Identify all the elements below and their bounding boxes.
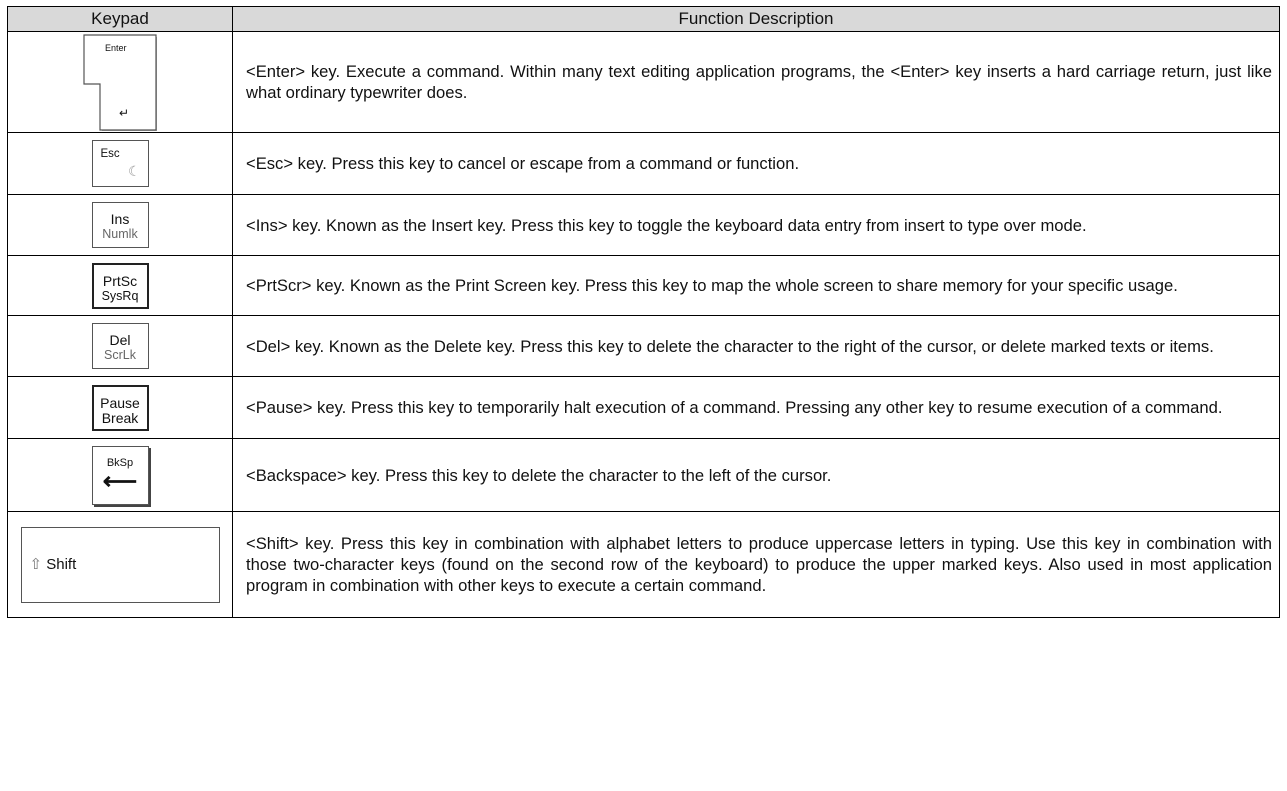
- table-row: PrtSc SysRq <PrtScr> key. Known as the P…: [7, 255, 1280, 316]
- keypad-cell: BkSp ⟵: [7, 438, 233, 512]
- enter-key: Enter ↵: [83, 33, 157, 131]
- description-cell: <Ins> key. Known as the Insert key. Pres…: [232, 194, 1280, 256]
- del-key-sublabel: ScrLk: [104, 348, 136, 362]
- keypad-cell: ⇧ Shift: [7, 511, 233, 618]
- description-cell: <Enter> key. Execute a command. Within m…: [232, 31, 1280, 133]
- prtsc-key-label: PrtSc: [102, 272, 138, 289]
- description-cell: <Shift> key. Press this key in combinati…: [232, 511, 1280, 618]
- description-cell: <Backspace> key. Press this key to delet…: [232, 438, 1280, 512]
- keypad-cell: Esc ☾: [7, 132, 233, 195]
- pause-key-label: Pause: [100, 394, 140, 411]
- table-row: Enter ↵ <Enter> key. Execute a command. …: [7, 31, 1280, 133]
- keypad-cell: Del ScrLk: [7, 315, 233, 377]
- sleep-moon-icon: ☾: [127, 163, 141, 179]
- keypad-cell: Ins Numlk: [7, 194, 233, 256]
- left-arrow-icon: ⟵: [102, 467, 138, 495]
- description-cell: <Esc> key. Press this key to cancel or e…: [232, 132, 1280, 195]
- description-cell: <Del> key. Known as the Delete key. Pres…: [232, 315, 1280, 377]
- del-key: Del ScrLk: [91, 323, 149, 369]
- backspace-key: BkSp ⟵: [91, 445, 149, 505]
- table-header-row: Keypad Function Description: [7, 6, 1280, 32]
- ins-key-sublabel: Numlk: [102, 227, 138, 241]
- del-key-label: Del: [109, 332, 131, 348]
- header-keypad: Keypad: [7, 6, 233, 32]
- keypad-function-table: Keypad Function Description Enter ↵ <Ent…: [7, 6, 1280, 618]
- pause-key: Pause Break: [91, 384, 149, 431]
- ins-key-label: Ins: [110, 211, 130, 227]
- header-function-description: Function Description: [232, 6, 1280, 32]
- keypad-cell: Pause Break: [7, 376, 233, 439]
- table-row: Pause Break <Pause> key. Press this key …: [7, 376, 1280, 439]
- shift-arrow-icon: ⇧: [29, 555, 43, 573]
- esc-key-label: Esc: [100, 148, 120, 160]
- table-row: BkSp ⟵ <Backspace> key. Press this key t…: [7, 438, 1280, 512]
- backspace-key-label: BkSp: [106, 456, 134, 469]
- table-row: ⇧ Shift <Shift> key. Press this key in c…: [7, 511, 1280, 618]
- ins-key: Ins Numlk: [91, 202, 149, 248]
- shift-key-label: ⇧ Shift: [30, 555, 77, 573]
- esc-key: Esc ☾: [91, 140, 149, 187]
- keypad-cell: PrtSc SysRq: [7, 255, 233, 316]
- enter-key-label: Enter: [105, 42, 127, 53]
- table-row: Ins Numlk <Ins> key. Known as the Insert…: [7, 194, 1280, 256]
- description-cell: <PrtScr> key. Known as the Print Screen …: [232, 255, 1280, 316]
- keypad-cell: Enter ↵: [7, 31, 233, 133]
- shift-key-text: Shift: [46, 555, 77, 573]
- description-cell: <Pause> key. Press this key to temporari…: [232, 376, 1280, 439]
- prtsc-key-sublabel: SysRq: [101, 288, 139, 303]
- pause-key-sublabel: Break: [101, 409, 139, 426]
- shift-key: ⇧ Shift: [20, 526, 220, 603]
- table-row: Esc ☾ <Esc> key. Press this key to cance…: [7, 132, 1280, 195]
- prtsc-key: PrtSc SysRq: [91, 262, 149, 309]
- table-row: Del ScrLk <Del> key. Known as the Delete…: [7, 315, 1280, 377]
- return-arrow-icon: ↵: [119, 105, 130, 120]
